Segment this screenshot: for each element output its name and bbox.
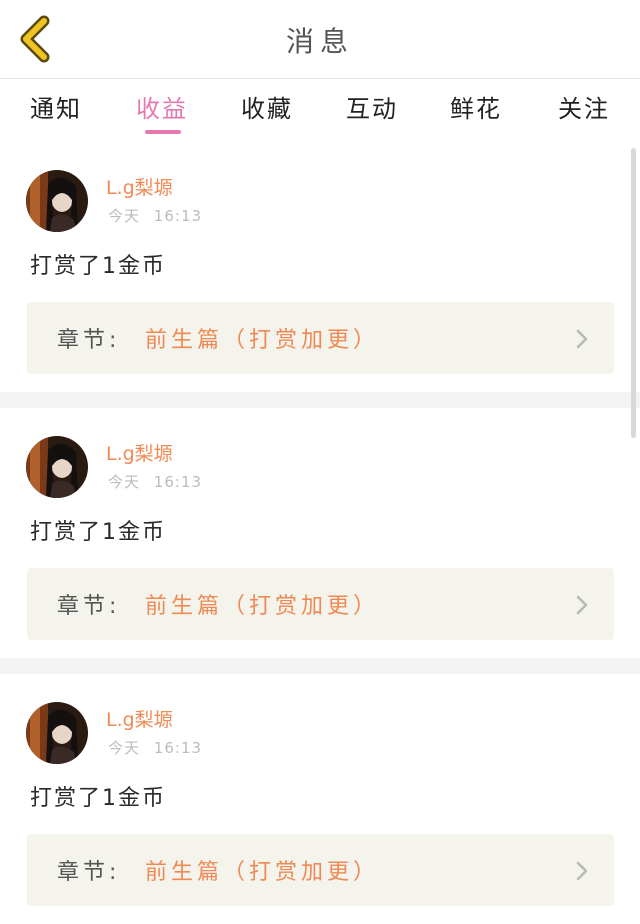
chapter-label: 章节: [57,594,121,619]
avatar-image [26,170,88,232]
timestamp: 今天 16:13 [108,205,202,226]
message-card: L.g梨塬 今天 16:13 打赏了1金币 章节: 前生篇（打赏加更） [0,674,640,924]
chapter-link[interactable]: 章节: 前生篇（打赏加更） [27,302,614,374]
chapter-link[interactable]: 章节: 前生篇（打赏加更） [27,568,614,640]
message-text: 打赏了1金币 [30,254,166,279]
chevron-right-icon [576,595,588,615]
timestamp: 今天 16:13 [108,737,202,758]
timestamp: 今天 16:13 [108,471,202,492]
avatar[interactable] [26,170,88,232]
username[interactable]: L.g梨塬 [106,439,173,466]
page-title: 消息 [285,25,354,58]
avatar[interactable] [26,436,88,498]
chapter-title: 前生篇（打赏加更） [145,594,380,619]
time-day: 今天 [108,207,141,225]
section-divider [0,392,640,408]
chapter-link[interactable]: 章节: 前生篇（打赏加更） [27,834,614,906]
time-day: 今天 [108,739,141,757]
time-clock: 16:13 [153,739,203,757]
tab-following[interactable]: 关注 [558,89,610,124]
avatar-image [26,702,88,764]
username[interactable]: L.g梨塬 [106,705,173,732]
chapter-title: 前生篇（打赏加更） [145,328,380,353]
avatar-image [26,436,88,498]
tab-favorites[interactable]: 收藏 [241,89,293,124]
message-card: L.g梨塬 今天 16:13 打赏了1金币 章节: 前生篇（打赏加更） [0,148,640,391]
header-bar: 消息 [0,0,640,79]
chevron-right-icon [576,861,588,881]
tab-earnings[interactable]: 收益 [136,89,188,124]
message-text: 打赏了1金币 [30,520,166,545]
chapter-title: 前生篇（打赏加更） [145,860,380,885]
chapter-label: 章节: [57,328,121,353]
tab-bar: 通知 收益 收藏 互动 鲜花 关注 [0,79,640,139]
section-divider [0,658,640,674]
tab-interactions[interactable]: 互动 [346,89,398,124]
time-clock: 16:13 [153,473,203,491]
username[interactable]: L.g梨塬 [106,173,173,200]
message-card: L.g梨塬 今天 16:13 打赏了1金币 章节: 前生篇（打赏加更） [0,408,640,658]
message-text: 打赏了1金币 [30,786,166,811]
avatar[interactable] [26,702,88,764]
chevron-right-icon [576,329,588,349]
time-clock: 16:13 [153,207,203,225]
chapter-label: 章节: [57,860,121,885]
time-day: 今天 [108,473,141,491]
tab-notifications[interactable]: 通知 [30,89,82,124]
tab-flowers[interactable]: 鲜花 [450,89,502,124]
active-tab-indicator [145,130,181,134]
scrollbar[interactable] [631,148,636,438]
